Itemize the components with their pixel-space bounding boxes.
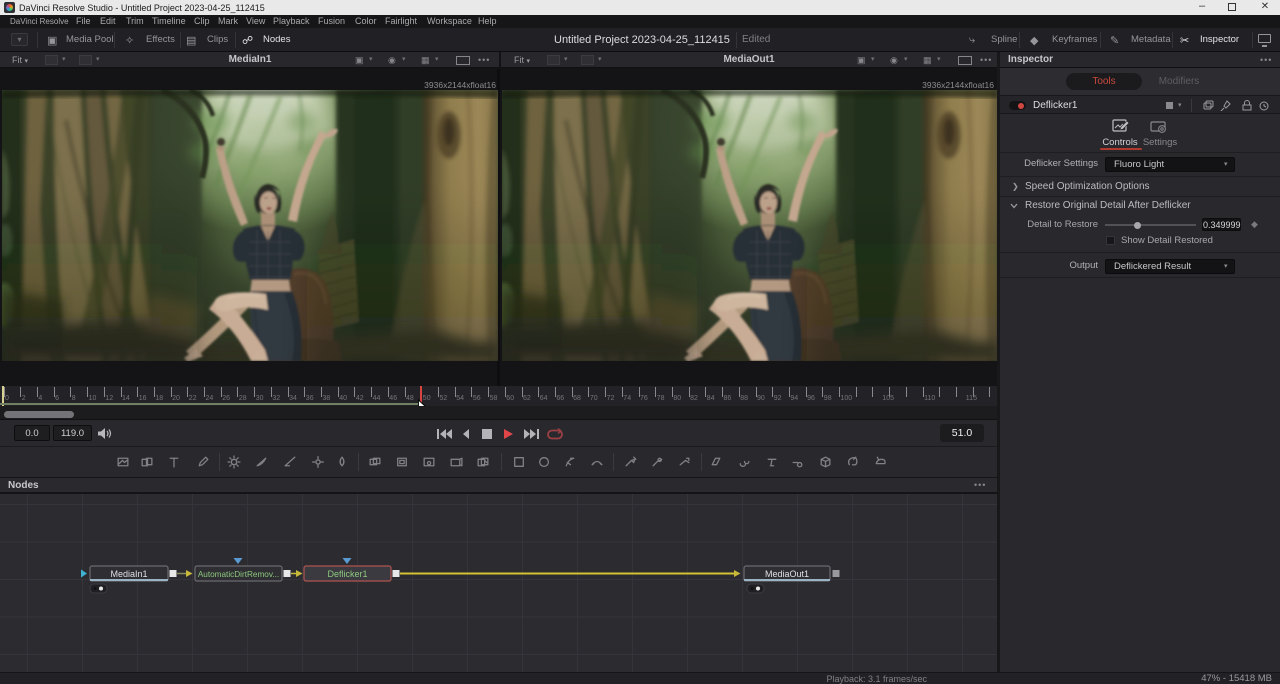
svg-text:Deflicker1: Deflicker1 [327,569,367,579]
svg-text:AutomaticDirtRemov...: AutomaticDirtRemov... [198,570,279,579]
svg-text:MediaOut1: MediaOut1 [765,569,809,579]
svg-text:MediaIn1: MediaIn1 [110,569,147,579]
